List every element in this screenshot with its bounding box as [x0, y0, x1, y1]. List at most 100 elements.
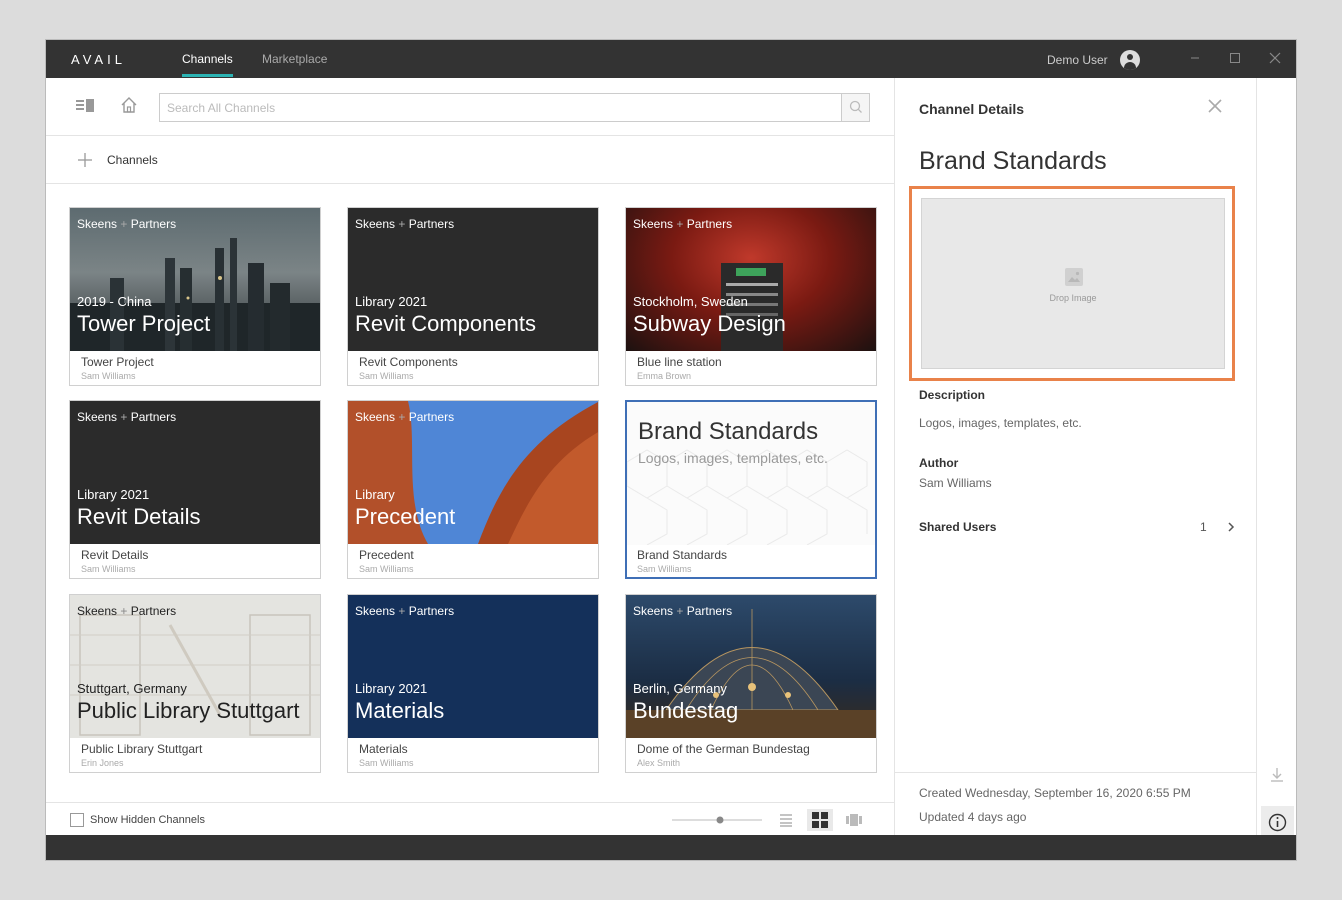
channel-thumbnail: Skeens + Partners Stockholm, Sweden Subw… [626, 208, 876, 351]
card-author: Sam Williams [81, 371, 136, 381]
channel-thumbnail: Skeens + Partners 2019 - China Tower Pro… [70, 208, 320, 351]
show-hidden-checkbox[interactable] [70, 813, 84, 827]
grid-footer: Show Hidden Channels [46, 802, 894, 835]
channel-details-panel: Channel Details Brand Standards Drop Ima… [894, 78, 1256, 835]
card-caption: Precedent [359, 548, 414, 562]
sidebar-toggle-icon[interactable] [76, 98, 96, 114]
close-details-icon[interactable] [1205, 96, 1225, 116]
card-author: Emma Brown [637, 371, 692, 381]
zoom-slider[interactable] [672, 811, 762, 829]
search-input[interactable] [160, 94, 842, 121]
channel-thumbnail: Skeens + Partners Berlin, Germany Bundes… [626, 595, 876, 738]
card-subtitle: 2019 - China [77, 294, 152, 309]
card-author: Sam Williams [359, 564, 414, 574]
card-subtitle: Library 2021 [77, 487, 150, 502]
brand-label: Skeens + Partners [633, 217, 733, 231]
channel-card-public-library-stuttgart[interactable]: Skeens + Partners Stuttgart, Germany Pub… [69, 594, 321, 773]
grid-view-button[interactable] [807, 809, 833, 831]
brand-label: Skeens + Partners [77, 217, 177, 231]
close-window-icon[interactable] [1267, 50, 1283, 66]
channel-card-revit-details[interactable]: Skeens + Partners Library 2021 Revit Det… [69, 400, 321, 579]
card-subtitle: Berlin, Germany [633, 681, 727, 696]
app-logo: AVAIL [71, 52, 126, 67]
card-author: Sam Williams [359, 371, 414, 381]
card-subtitle: Library [355, 487, 395, 502]
card-title: Bundestag [633, 698, 739, 723]
updated-date: Updated 4 days ago [919, 810, 1027, 824]
channel-card-revit-components[interactable]: Skeens + Partners Library 2021 Revit Com… [347, 207, 599, 386]
channel-thumbnail: Skeens + Partners Library 2021 Revit Com… [348, 208, 598, 351]
show-hidden-label: Show Hidden Channels [90, 814, 205, 826]
breadcrumb-channels[interactable]: Channels [107, 153, 158, 167]
app-window: AVAIL Channels Marketplace Demo User Sea… [46, 40, 1296, 860]
tab-marketplace[interactable]: Marketplace [262, 52, 327, 66]
search-icon [849, 100, 862, 113]
card-title: Public Library Stuttgart [77, 698, 300, 723]
channel-thumbnail: Skeens + Partners Library Precedent [348, 401, 598, 544]
card-subtitle: Stuttgart, Germany [77, 681, 187, 696]
right-rail [1256, 78, 1296, 839]
toolbar [46, 78, 894, 136]
shared-users-row[interactable]: Shared Users 1 [895, 508, 1256, 544]
title-bar: AVAIL Channels Marketplace Demo User [46, 40, 1296, 78]
channel-card-materials[interactable]: Skeens + Partners Library 2021 Materials… [347, 594, 599, 773]
card-caption: Revit Details [81, 548, 149, 562]
channel-thumbnail: Skeens + Partners Stuttgart, Germany Pub… [70, 595, 320, 738]
list-view-icon[interactable] [778, 812, 794, 828]
details-title: Brand Standards [919, 147, 1107, 175]
minimize-icon[interactable] [1187, 50, 1203, 66]
description-label: Description [919, 388, 986, 402]
card-caption: Tower Project [81, 355, 154, 369]
brand-label: Skeens + Partners [355, 217, 455, 231]
drop-image-label: Drop Image [1049, 293, 1097, 303]
card-title: Brand Standards [638, 418, 819, 445]
search-button[interactable] [841, 94, 869, 121]
maximize-icon[interactable] [1227, 50, 1243, 66]
channel-card-brand-standards[interactable]: Brand Standards Logos, images, templates… [625, 400, 877, 579]
user-name[interactable]: Demo User [1047, 53, 1108, 67]
details-header: Channel Details [919, 101, 1025, 117]
card-caption: Public Library Stuttgart [81, 742, 203, 756]
channel-card-subway-design[interactable]: Skeens + Partners Stockholm, Sweden Subw… [625, 207, 877, 386]
channel-thumbnail: Brand Standards Logos, images, templates… [627, 402, 875, 545]
carousel-view-icon[interactable] [845, 812, 863, 828]
user-avatar-icon[interactable] [1120, 50, 1140, 70]
card-author: Sam Williams [359, 758, 414, 768]
channel-thumbnail: Skeens + Partners Library 2021 Revit Det… [70, 401, 320, 544]
search-box [159, 93, 870, 122]
card-author: Erin Jones [81, 758, 124, 768]
card-title: Revit Details [77, 504, 201, 529]
card-caption: Revit Components [359, 355, 458, 369]
channel-card-tower-project[interactable]: Skeens + Partners 2019 - China Tower Pro… [69, 207, 321, 386]
channel-thumbnail: Skeens + Partners Library 2021 Materials [348, 595, 598, 738]
status-bar [46, 835, 1296, 860]
author-value: Sam Williams [919, 476, 992, 490]
channel-card-precedent[interactable]: Skeens + Partners Library Precedent Prec… [347, 400, 599, 579]
description-value: Logos, images, templates, etc. [919, 416, 1082, 430]
card-author: Alex Smith [637, 758, 681, 768]
card-caption: Blue line station [637, 355, 722, 369]
card-title: Subway Design [633, 311, 786, 336]
shared-users-label: Shared Users [919, 520, 997, 534]
brand-label: Skeens + Partners [77, 410, 177, 424]
channel-card-bundestag[interactable]: Skeens + Partners Berlin, Germany Bundes… [625, 594, 877, 773]
card-subtitle: Logos, images, templates, etc. [638, 450, 828, 466]
drop-image-highlight: Drop Image [909, 186, 1235, 381]
download-icon[interactable] [1268, 766, 1286, 784]
brand-label: Skeens + Partners [355, 410, 455, 424]
shared-users-count: 1 [1200, 520, 1207, 534]
card-title: Materials [355, 698, 445, 723]
brand-label: Skeens + Partners [77, 604, 177, 618]
card-caption: Brand Standards [637, 548, 728, 562]
tab-channels[interactable]: Channels [182, 52, 233, 77]
card-caption: Dome of the German Bundestag [637, 742, 810, 756]
drop-image-zone[interactable]: Drop Image [921, 198, 1225, 369]
card-author: Sam Williams [637, 564, 692, 574]
add-channel-icon[interactable] [77, 152, 93, 168]
home-icon[interactable] [120, 96, 138, 114]
card-caption: Materials [359, 742, 408, 756]
details-divider [895, 772, 1256, 773]
card-subtitle: Stockholm, Sweden [633, 294, 748, 309]
card-title: Precedent [355, 504, 456, 529]
grid-view-icon [812, 812, 828, 828]
